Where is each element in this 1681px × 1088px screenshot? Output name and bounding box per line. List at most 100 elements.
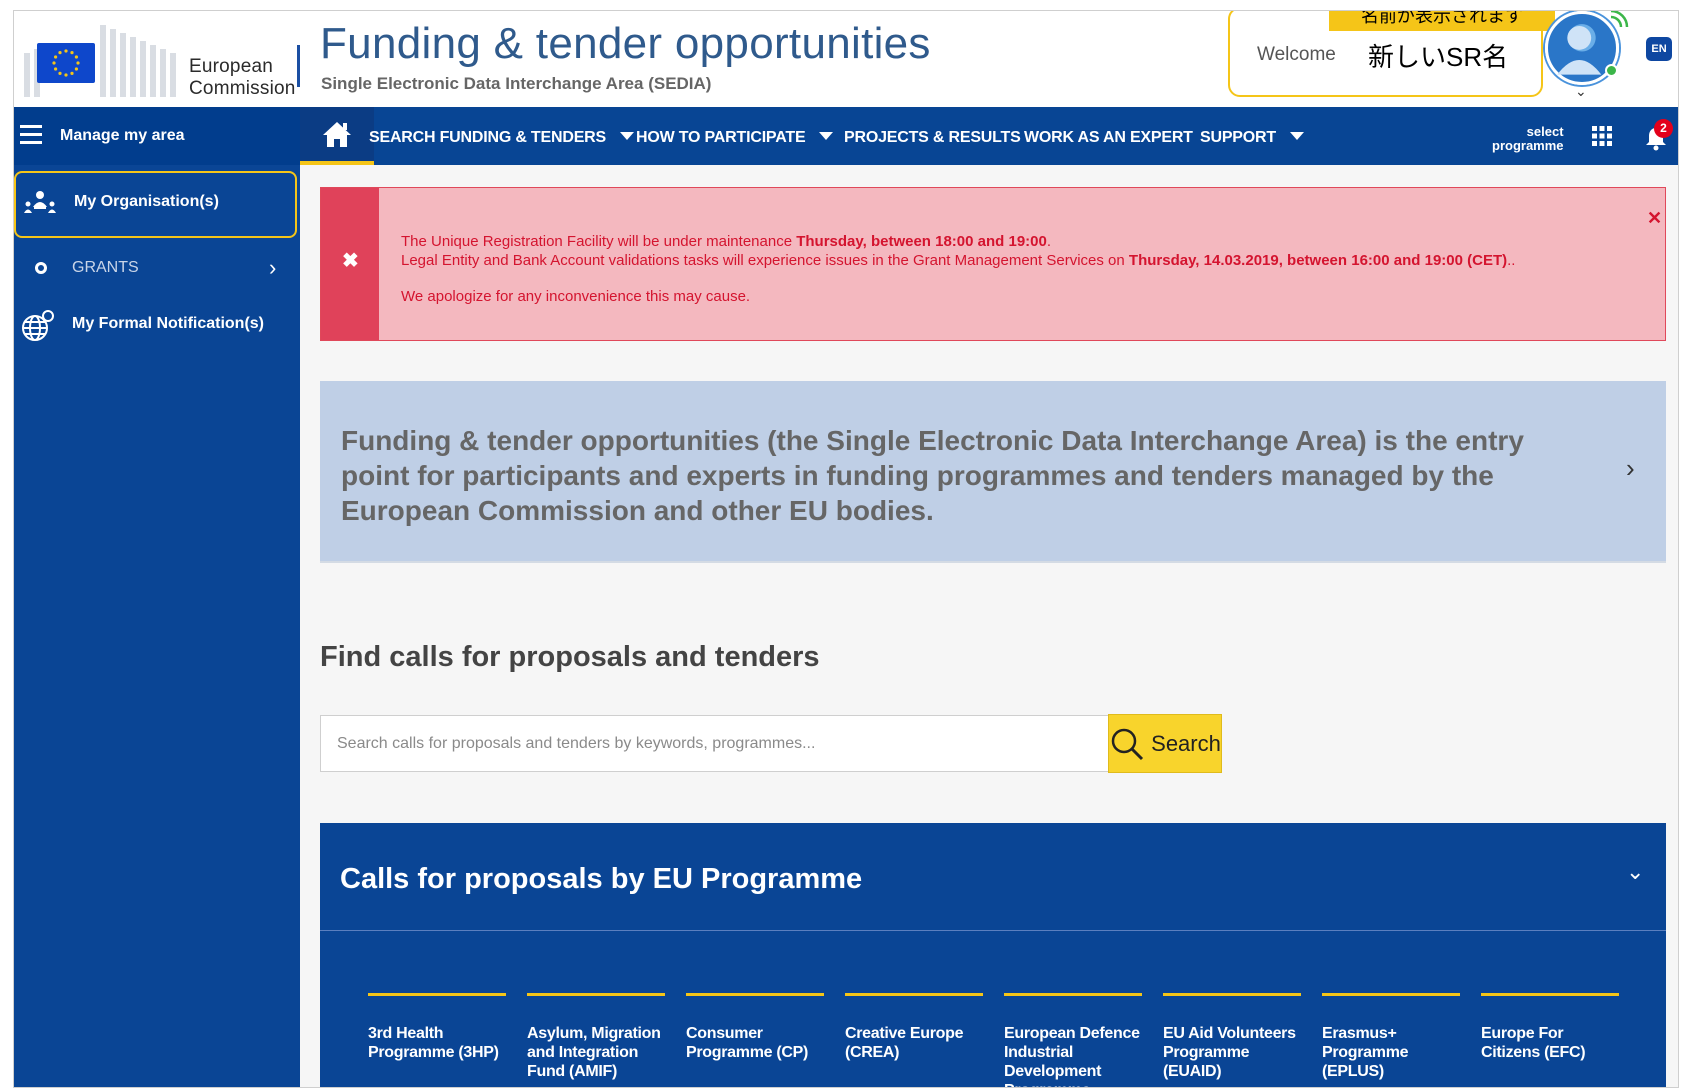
nav-projects-results-label: PROJECTS & RESULTS: [844, 129, 1021, 146]
alert-line1-end: .: [1046, 233, 1052, 250]
nav-search-funding-tenders[interactable]: SEARCH FUNDING & TENDERS: [369, 129, 634, 147]
alert-side-bar: ✖: [321, 188, 379, 340]
alert-line2-bold: Thursday, 14.03.2019, between 16:00 and …: [1128, 252, 1508, 269]
globe-notification-icon: [22, 310, 54, 341]
programme-card[interactable]: Erasmus+ Programme (EPLUS): [1322, 993, 1460, 1081]
nav-work-as-expert-label: WORK AS AN EXPERT: [1024, 129, 1193, 146]
home-tab[interactable]: [300, 107, 374, 165]
sidebar-item-label: GRANTS: [72, 259, 139, 276]
search-icon: [1111, 728, 1144, 760]
home-icon: [323, 122, 351, 147]
main-navigation: Manage my area SEARCH FUNDING & TENDERS …: [14, 107, 1678, 165]
welcome-label: Welcome: [1257, 44, 1336, 65]
programme-card[interactable]: 3rd Health Programme (3HP): [368, 993, 506, 1062]
programme-label: EU Aid Volunteers Programme (EUAID): [1163, 1025, 1296, 1080]
apps-grid-icon[interactable]: [1591, 125, 1613, 147]
search-input[interactable]: [320, 715, 1108, 772]
programme-accent-bar: [1481, 993, 1619, 996]
alert-message: The Unique Registration Facility will be…: [401, 232, 1641, 306]
programme-label: Consumer Programme (CP): [686, 1025, 809, 1061]
chevron-down-icon: ⌄: [1626, 859, 1645, 884]
programme-card[interactable]: European Defence Industrial Development …: [1004, 993, 1142, 1087]
sidebar-item-formal-notifications[interactable]: My Formal Notification(s): [14, 295, 300, 357]
circle-icon: [35, 262, 47, 274]
programme-card[interactable]: Europe For Citizens (EFC): [1481, 993, 1619, 1062]
main-content: ✖ The Unique Registration Facility will …: [300, 165, 1678, 1087]
alert-line2-text: Legal Entity and Bank Account validation…: [401, 252, 1129, 269]
alert-line1-bold: Thursday, between 18:00 and 19:00: [796, 233, 1047, 250]
programme-accent-bar: [686, 993, 824, 996]
site-title: Funding & tender opportunities: [320, 19, 931, 68]
manage-my-area-label: Manage my area: [60, 127, 185, 144]
programme-label: Asylum, Migration and Integration Fund (…: [527, 1025, 661, 1080]
error-icon: ✖: [342, 250, 359, 272]
nav-how-to-participate[interactable]: HOW TO PARTICIPATE: [636, 129, 834, 147]
nav-support-label: SUPPORT: [1200, 129, 1276, 146]
logo-divider: [297, 45, 300, 87]
select-programme-line1: select: [1526, 124, 1564, 139]
sidebar-item-grants[interactable]: GRANTS ›: [14, 233, 300, 295]
select-programme-button[interactable]: select programme: [1492, 125, 1564, 153]
chevron-right-icon: ›: [269, 255, 277, 280]
programme-card[interactable]: Asylum, Migration and Integration Fund (…: [527, 993, 665, 1081]
alert-apology-text: We apologize for any inconvenience this …: [401, 288, 751, 305]
nav-projects-results[interactable]: PROJECTS & RESULTS: [844, 129, 1021, 147]
organisation-icon: [24, 191, 56, 213]
european-commission-logo[interactable]: European Commission: [24, 17, 304, 99]
caret-down-icon: [819, 132, 834, 140]
notification-count-badge: 2: [1654, 119, 1673, 138]
select-programme-line2: programme: [1492, 138, 1564, 153]
search-button-label: Search: [1151, 730, 1221, 756]
intro-banner[interactable]: Funding & tender opportunities (the Sing…: [320, 381, 1666, 563]
browser-frame: European Commission Funding & tender opp…: [13, 10, 1679, 1088]
programme-label: Europe For Citizens (EFC): [1481, 1025, 1586, 1061]
programme-accent-bar: [845, 993, 983, 996]
nav-work-as-expert[interactable]: WORK AS AN EXPERT: [1024, 129, 1193, 147]
manage-my-area-button[interactable]: Manage my area: [14, 107, 300, 165]
nav-support[interactable]: SUPPORT: [1200, 129, 1304, 147]
programme-label: Erasmus+ Programme (EPLUS): [1322, 1025, 1409, 1080]
hamburger-menu-icon: [20, 125, 42, 145]
programme-accent-bar: [1163, 993, 1301, 996]
annotation-callout: 名前が表示されます: [1329, 11, 1555, 31]
programme-label: Creative Europe (CREA): [845, 1025, 964, 1061]
alert-line2-end: ..: [1507, 252, 1516, 269]
programme-label: European Defence Industrial Development …: [1004, 1025, 1140, 1087]
logo-text-european: European: [189, 56, 274, 77]
programme-card[interactable]: EU Aid Volunteers Programme (EUAID): [1163, 993, 1301, 1081]
search-button[interactable]: Search: [1108, 714, 1222, 773]
caret-down-icon: [1289, 132, 1304, 140]
calls-panel-header[interactable]: Calls for proposals by EU Programme ⌄: [320, 823, 1666, 931]
calls-panel-title: Calls for proposals by EU Programme: [340, 863, 863, 895]
language-selector[interactable]: EN: [1646, 37, 1672, 61]
chevron-down-icon[interactable]: ⌄: [1575, 83, 1587, 100]
online-status-dot: [1605, 64, 1618, 77]
caret-down-icon: [620, 132, 634, 140]
sidebar: My Organisation(s) GRANTS › My Formal No…: [14, 165, 300, 1087]
programme-accent-bar: [368, 993, 506, 996]
programme-accent-bar: [1322, 993, 1460, 996]
sidebar-item-my-organisations[interactable]: My Organisation(s): [14, 171, 297, 238]
maintenance-alert: ✖ The Unique Registration Facility will …: [320, 187, 1666, 341]
programme-accent-bar: [527, 993, 665, 996]
programme-label: 3rd Health Programme (3HP): [368, 1025, 499, 1061]
site-subtitle: Single Electronic Data Interchange Area …: [321, 74, 712, 93]
programme-accent-bar: [1004, 993, 1142, 996]
site-header: European Commission Funding & tender opp…: [14, 11, 1678, 107]
programme-card[interactable]: Creative Europe (CREA): [845, 993, 983, 1062]
sidebar-item-label: My Formal Notification(s): [72, 315, 265, 332]
nav-how-to-participate-label: HOW TO PARTICIPATE: [636, 129, 806, 146]
chevron-right-icon: ›: [1626, 453, 1635, 483]
nav-search-funding-tenders-label: SEARCH FUNDING & TENDERS: [369, 129, 606, 146]
user-name: 新しいSR名: [1368, 42, 1509, 72]
wifi-icon: [1607, 11, 1629, 29]
close-icon[interactable]: ✕: [1647, 208, 1662, 229]
alert-line1-text: The Unique Registration Facility will be…: [401, 233, 797, 250]
logo-text-commission: Commission: [189, 78, 296, 99]
calls-by-programme-panel: Calls for proposals by EU Programme ⌄ 3r…: [320, 823, 1666, 1087]
eu-flag-icon: [37, 43, 95, 83]
programme-card[interactable]: Consumer Programme (CP): [686, 993, 824, 1062]
intro-text: Funding & tender opportunities (the Sing…: [341, 425, 1524, 526]
find-calls-heading: Find calls for proposals and tenders: [320, 641, 820, 673]
sidebar-item-label: My Organisation(s): [74, 193, 219, 210]
